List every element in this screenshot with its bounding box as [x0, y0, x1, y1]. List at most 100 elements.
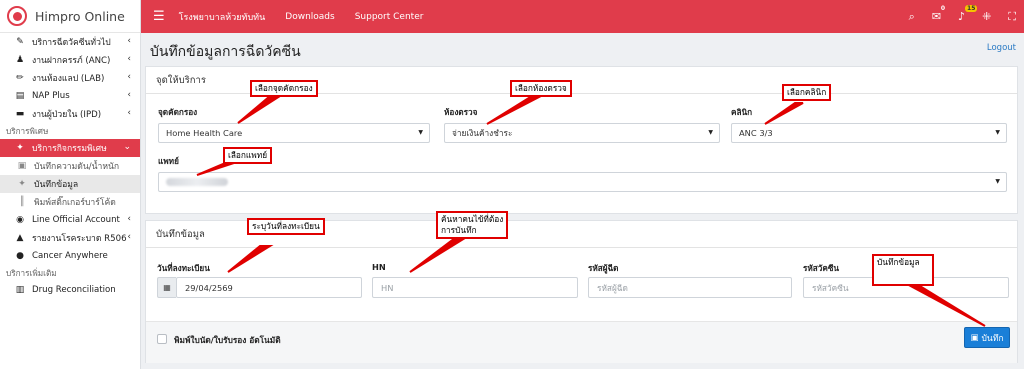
pregnant-icon: ♟ [15, 55, 25, 65]
sidebar-subitem-record-data[interactable]: ✦ บันทึกข้อมูล [0, 175, 140, 193]
sidebar-item-general-vaccine[interactable]: ✎ บริการฉีดวัคซีนทั่วไป ‹ [0, 33, 140, 51]
screen-point-label: จุดคัดกรอง [158, 107, 198, 117]
annotation-select-exam-room: เลือกห้องตรวจ [510, 80, 572, 97]
caret-down-icon: ▼ [418, 129, 423, 136]
warning-icon: ▲ [16, 233, 24, 243]
doctor-label: แพทย์ [158, 156, 179, 166]
logout-link[interactable]: Logout [987, 43, 1016, 53]
sidebar-item-line-oa[interactable]: ◉ Line Official Account ‹ [0, 211, 140, 229]
sidebar-item-label: พิมพ์สติ๊กเกอร์บาร์โค้ด [34, 198, 116, 208]
exam-room-label: ห้องตรวจ [444, 107, 478, 117]
sidebar-item-label: งานห้องแลป (LAB) [32, 74, 105, 84]
annotation-reg-date: ระบุวันที่ลงทะเบียน [247, 218, 325, 235]
blurred-doctor-name [166, 178, 228, 186]
sidebar-item-label: งานผู้ป่วยใน (IPD) [32, 110, 102, 120]
injector-code-label: รหัสผู้ฉีด [588, 263, 619, 273]
chat-icon[interactable]: ✉ 0 [932, 5, 945, 23]
annotation-save-data: บันทึกข้อมูล [872, 254, 934, 286]
doctor-select[interactable]: ▼ [158, 172, 1007, 192]
bed-icon: ▬ [15, 109, 25, 119]
brand-logo [7, 6, 27, 26]
input-placeholder: รหัสผู้ฉีด [597, 282, 628, 293]
sidebar-item-label: บริการกิจกรรมพิเศษ [32, 144, 107, 154]
chevron-left-icon: ‹ [127, 36, 131, 46]
hn-label: HN [372, 262, 386, 272]
dot-icon: ● [16, 251, 24, 261]
brand-name: Himpro Online [35, 8, 125, 24]
magic-wand-icon: ✦ [18, 179, 26, 189]
nav-link-hospital[interactable]: โรงพยาบาลห้วยทับทัน [179, 10, 266, 24]
hn-input[interactable]: HN [372, 277, 578, 298]
sidebar-item-cancer-anywhere[interactable]: ● Cancer Anywhere [0, 247, 140, 265]
clinic-select[interactable]: ANC 3/3 ▼ [731, 123, 1007, 143]
chevron-left-icon: ‹ [127, 214, 131, 224]
reg-date-label: วันที่ลงทะเบียน [157, 263, 210, 273]
chevron-left-icon: ‹ [127, 232, 131, 242]
annotation-select-doctor: เลือกแพทย์ [223, 147, 273, 164]
auto-print-label: พิมพ์ใบนัด/ใบรับรอง อัตโนมัติ [174, 335, 281, 345]
select-value: Home Health Care [166, 128, 243, 138]
chevron-down-icon: ⌄ [123, 142, 131, 152]
nav-link-downloads[interactable]: Downloads [285, 12, 334, 22]
sidebar-item-label: รายงานโรคระบาด R506 [32, 234, 127, 244]
pen-icon: ✏ [16, 73, 24, 83]
top-navbar: ☰ โรงพยาบาลห้วยทับทัน Downloads Support … [141, 0, 1024, 33]
hamburger-menu-icon[interactable]: ☰ [153, 9, 165, 24]
reg-date-input[interactable]: 29/04/2569 [176, 277, 362, 298]
nav-link-support[interactable]: Support Center [355, 12, 424, 22]
annotation-select-screen-point: เลือกจุดคัดกรอง [250, 80, 318, 97]
select-value: จ่ายเงินค้างชำระ [452, 128, 513, 138]
sidebar-item-label: บันทึกข้อมูล [34, 180, 79, 190]
annotation-search-patient: ค้นหาคนไข้ที่ต้อง การบันทึก [436, 211, 509, 239]
sidebar-item-special-activities[interactable]: ✦ บริการกิจกรรมพิเศษ ⌄ [0, 139, 140, 157]
search-icon[interactable]: ⌕ [909, 10, 915, 24]
sidebar-item-lab[interactable]: ✏ งานห้องแลป (LAB) ‹ [0, 69, 140, 87]
sidebar-section-additional: บริการเพิ่มเติม [6, 267, 57, 278]
screen-point-select[interactable]: Home Health Care ▼ [158, 123, 430, 143]
bell-icon[interactable]: ♪ 15 [958, 5, 978, 23]
magic-wand-icon: ✦ [16, 143, 24, 153]
calendar-icon[interactable]: ▦ [157, 277, 176, 298]
chevron-left-icon: ‹ [127, 108, 131, 118]
sidebar-item-r506[interactable]: ▲ รายงานโรคระบาด R506 ‹ [0, 229, 140, 247]
topbar-actions: ⌕ ✉ 0 ♪ 15 ⁜ ⛶ [892, 0, 1016, 33]
save-button[interactable]: ▣ บันทึก [964, 327, 1010, 348]
sidebar-item-label: บันทึกความดัน/น้ำหนัก [34, 162, 120, 172]
barcode-icon: ║ [19, 197, 25, 207]
brand[interactable]: Himpro Online [0, 0, 140, 33]
book-icon: ▤ [15, 91, 25, 101]
sidebar-subitem-barcode[interactable]: ║ พิมพ์สติ๊กเกอร์บาร์โค้ด [0, 193, 140, 211]
chevron-left-icon: ‹ [127, 90, 131, 100]
apps-grid-icon[interactable]: ⁜ [982, 10, 991, 23]
sidebar-item-drug-reconciliation[interactable]: ▥ Drug Reconciliation [0, 281, 140, 299]
sidebar-item-label: Line Official Account [32, 215, 120, 225]
save-button-label: บันทึก [981, 333, 1004, 344]
page-title: บันทึกข้อมูลการฉีดวัคซีน [150, 44, 301, 60]
sidebar-item-label: บริการฉีดวัคซีนทั่วไป [32, 38, 111, 48]
sidebar-item-label: Drug Reconciliation [32, 285, 116, 295]
fullscreen-icon[interactable]: ⛶ [1008, 10, 1016, 24]
annotation-line: ค้นหาคนไข้ที่ต้อง [441, 214, 504, 224]
sidebar-item-nap-plus[interactable]: ▤ NAP Plus ‹ [0, 87, 140, 105]
notification-badge: 15 [965, 5, 978, 12]
caret-down-icon: ▼ [708, 129, 713, 136]
vaccine-code-label: รหัสวัคซีน [803, 263, 840, 273]
injector-code-input[interactable]: รหัสผู้ฉีด [588, 277, 792, 298]
exam-room-select[interactable]: จ่ายเงินค้างชำระ ▼ [444, 123, 720, 143]
sidebar-item-ipd[interactable]: ▬ งานผู้ป่วยใน (IPD) ‹ [0, 105, 140, 123]
input-placeholder: รหัสวัคซีน [812, 282, 849, 293]
save-icon: ▣ [970, 332, 979, 343]
sidebar-item-label: NAP Plus [32, 91, 70, 101]
save-icon: ▣ [17, 161, 27, 171]
sidebar-section-special: บริการพิเศษ [6, 125, 49, 136]
annotation-line: การบันทึก [441, 225, 477, 235]
sidebar-item-anc[interactable]: ♟ งานฝากครรภ์ (ANC) ‹ [0, 51, 140, 69]
sidebar-subitem-bp-weight[interactable]: ▣ บันทึกความดัน/น้ำหนัก [0, 157, 140, 175]
chevron-left-icon: ‹ [127, 54, 131, 64]
caret-down-icon: ▼ [995, 129, 1000, 136]
auto-print-checkbox[interactable] [157, 334, 167, 344]
sidebar: Himpro Online ✎ บริการฉีดวัคซีนทั่วไป ‹ … [0, 0, 141, 369]
input-value: 29/04/2569 [185, 282, 233, 293]
chat-badge: 0 [940, 5, 946, 12]
clinic-label: คลินิก [731, 107, 753, 117]
